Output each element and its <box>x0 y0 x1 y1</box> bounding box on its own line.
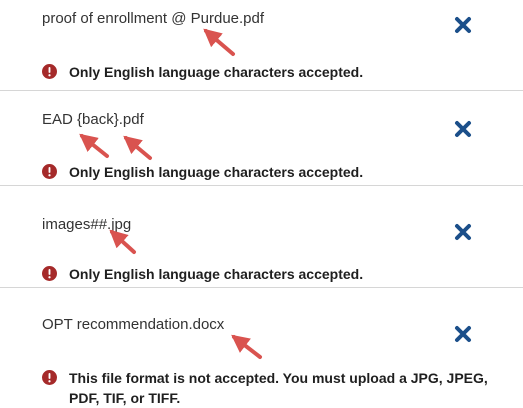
file-name: EAD {back}.pdf <box>42 111 144 128</box>
error-text: Only English language characters accepte… <box>69 164 364 180</box>
remove-file-button[interactable] <box>452 118 474 140</box>
remove-file-button[interactable] <box>452 323 474 345</box>
close-icon <box>455 326 471 342</box>
error-text: Only English language characters accepte… <box>69 64 364 80</box>
file-item: OPT recommendation.docx This file format… <box>0 288 523 408</box>
remove-file-button[interactable] <box>452 221 474 243</box>
file-item: proof of enrollment @ Purdue.pdf Only En… <box>0 0 523 90</box>
exclamation-circle-icon <box>42 164 57 179</box>
file-item: images##.jpg Only English language chara… <box>0 186 523 286</box>
exclamation-circle-icon <box>42 266 57 281</box>
error-text: This file format is not accepted. You mu… <box>69 370 488 406</box>
close-icon <box>455 224 471 240</box>
close-icon <box>455 17 471 33</box>
remove-file-button[interactable] <box>452 14 474 36</box>
file-name: OPT recommendation.docx <box>42 316 225 333</box>
error-text: Only English language characters accepte… <box>69 266 364 282</box>
close-icon <box>455 121 471 137</box>
file-name: proof of enrollment @ Purdue.pdf <box>42 10 265 27</box>
file-item: EAD {back}.pdf Only English language cha… <box>0 91 523 182</box>
exclamation-circle-icon <box>42 370 57 385</box>
file-upload-list: proof of enrollment @ Purdue.pdf Only En… <box>0 0 523 408</box>
file-name: images##.jpg <box>42 216 132 233</box>
exclamation-circle-icon <box>42 64 57 79</box>
